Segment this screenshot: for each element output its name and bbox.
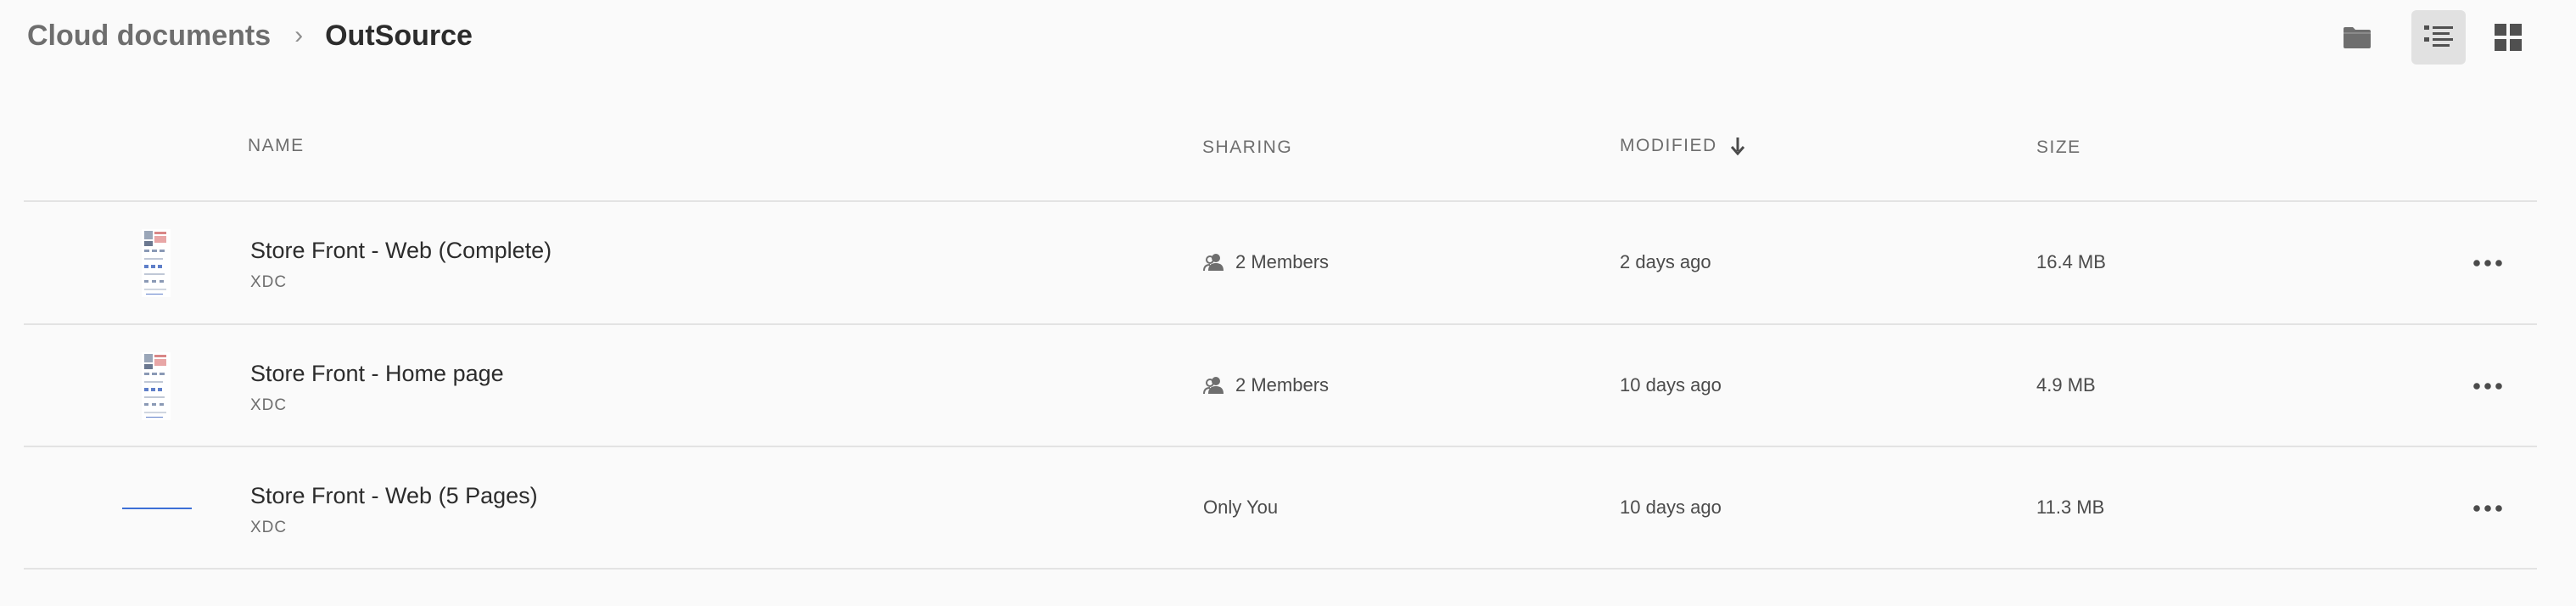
file-size: 4.9 MB [2036,374,2096,396]
sharing-status[interactable]: 2 Members [1203,374,1329,396]
mockup-thumbnail-icon [122,349,190,424]
file-size: 16.4 MB [2036,251,2106,272]
column-header-name[interactable]: NAME [248,136,305,156]
mockup-thumbnail-icon [122,226,190,300]
people-icon [1203,253,1225,272]
file-type: XDC [250,519,288,536]
file-type: XDC [250,273,288,291]
arrow-down-icon [1730,137,1744,155]
people-icon [1203,376,1225,395]
modified-date: 2 days ago [1620,251,1711,272]
column-header-modified-label: MODIFIED [1620,136,1717,155]
folder-icon [2344,27,2371,48]
breadcrumb-current-folder: OutSource [325,19,473,52]
grid-view-button[interactable] [2481,10,2535,65]
more-icon [2473,383,2502,390]
sharing-label: 2 Members [1235,251,1330,272]
breadcrumb: Cloud documents › OutSource [27,15,473,56]
grid-view-icon [2495,24,2522,51]
sharing-label: 2 Members [1235,374,1330,396]
breadcrumb-cloud-documents[interactable]: Cloud documents [27,20,271,53]
table-row[interactable]: Store Front - Web (Complete) XDC 2 Membe… [24,202,2537,324]
modified-date: 10 days ago [1620,497,1722,518]
more-icon [2473,260,2502,267]
row-divider [24,568,2537,570]
table-row[interactable]: Store Front - Web (5 Pages) XDC Only You… [24,447,2537,570]
more-actions-button[interactable] [2464,244,2512,282]
modified-date: 10 days ago [1620,374,1722,396]
table-row[interactable]: Store Front - Home page XDC 2 Members 10… [24,325,2537,447]
column-header-sharing[interactable]: SHARING [1202,137,1292,158]
file-type: XDC [250,396,288,414]
column-header-size[interactable]: SIZE [2036,137,2081,158]
more-icon [2473,505,2502,512]
list-view-icon [2424,25,2453,47]
file-size: 11.3 MB [2036,497,2105,518]
breadcrumb-separator-icon: › [294,21,304,49]
file-name[interactable]: Store Front - Web (Complete) [250,238,552,264]
line-thumbnail-icon [122,471,192,546]
sharing-status[interactable]: 2 Members [1203,251,1329,273]
column-header-sharing-label: SHARING [1202,137,1293,157]
list-view-button[interactable] [2411,10,2466,65]
more-actions-button[interactable] [2464,490,2512,527]
file-name[interactable]: Store Front - Web (5 Pages) [250,483,538,509]
column-header-size-label: SIZE [2036,137,2081,157]
more-actions-button[interactable] [2464,368,2512,405]
page-header: Cloud documents › OutSource [0,0,2576,73]
column-header-modified[interactable]: MODIFIED [1620,136,1744,156]
sharing-label: Only You [1203,497,1279,518]
sharing-status[interactable]: Only You [1203,497,1278,519]
file-name[interactable]: Store Front - Home page [250,361,504,387]
new-folder-button[interactable] [2330,10,2384,65]
column-header-name-label: NAME [248,136,305,155]
